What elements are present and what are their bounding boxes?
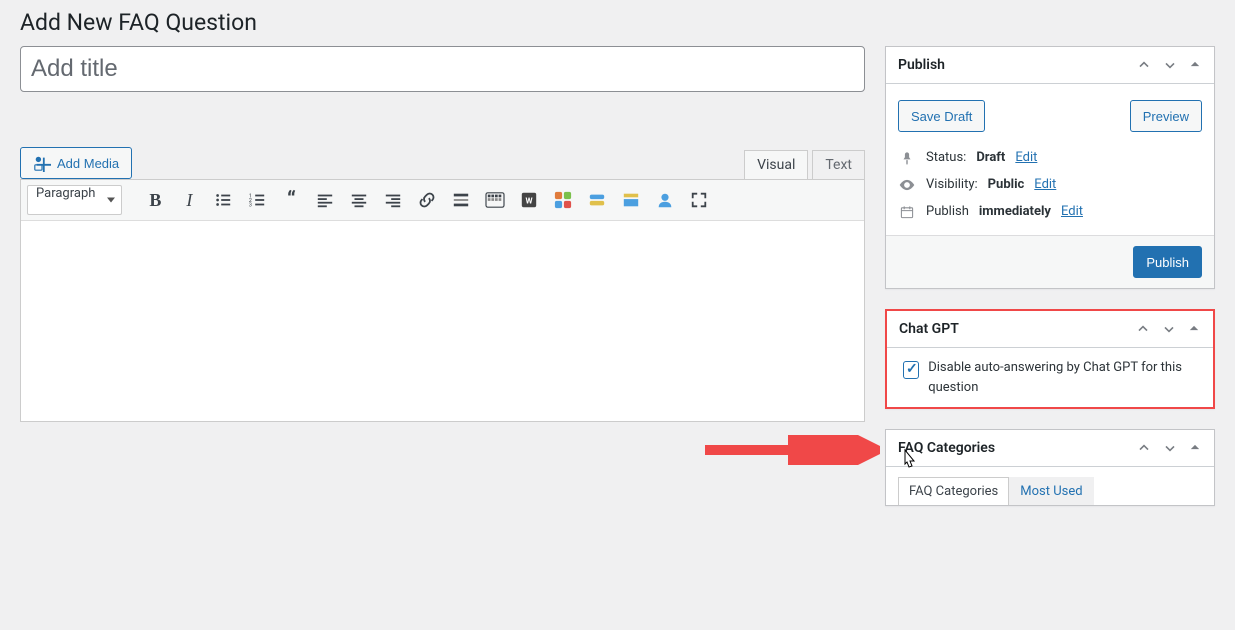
add-media-button[interactable]: Add Media: [20, 147, 132, 179]
move-down-icon[interactable]: [1161, 321, 1177, 337]
chatgpt-metabox-title: Chat GPT: [899, 321, 959, 337]
toggle-panel-icon[interactable]: [1188, 440, 1202, 456]
toggle-panel-icon[interactable]: [1187, 321, 1201, 337]
status-value: Draft: [976, 150, 1005, 165]
publish-metabox-title: Publish: [898, 57, 945, 73]
media-icon: [33, 154, 51, 172]
wp-shortcode-button-4[interactable]: [616, 185, 646, 215]
italic-button[interactable]: I: [174, 185, 204, 215]
editor-content-area[interactable]: [21, 221, 864, 421]
status-label: Status:: [926, 150, 966, 165]
wp-shortcode-button-5[interactable]: [650, 185, 680, 215]
status-edit-link[interactable]: Edit: [1015, 150, 1037, 165]
move-down-icon[interactable]: [1162, 57, 1178, 73]
toolbar-toggle-button[interactable]: [480, 185, 510, 215]
format-select-label: Paragraph: [36, 186, 95, 201]
wysiwyg-editor: Paragraph B I 123 “: [20, 179, 865, 422]
disable-chatgpt-option[interactable]: Disable auto-answering by Chat GPT for t…: [899, 358, 1201, 397]
post-title-input[interactable]: [20, 46, 865, 92]
editor-toolbar: Paragraph B I 123 “: [21, 180, 864, 221]
publish-metabox: Publish Save Draft Preview: [885, 46, 1215, 289]
link-button[interactable]: [412, 185, 442, 215]
editor-mode-tabs: Visual Text: [744, 150, 865, 179]
align-right-button[interactable]: [378, 185, 408, 215]
align-center-button[interactable]: [344, 185, 374, 215]
fullscreen-button[interactable]: [684, 185, 714, 215]
move-up-icon[interactable]: [1136, 57, 1152, 73]
align-left-button[interactable]: [310, 185, 340, 215]
chevron-down-icon: [107, 198, 115, 203]
tab-all-categories[interactable]: FAQ Categories: [898, 477, 1009, 505]
categories-metabox: FAQ Categories FAQ Categories Most Used: [885, 429, 1215, 506]
insert-more-button[interactable]: [446, 185, 476, 215]
disable-chatgpt-label: Disable auto-answering by Chat GPT for t…: [928, 358, 1201, 397]
wp-shortcode-button-2[interactable]: [548, 185, 578, 215]
publish-date-edit-link[interactable]: Edit: [1061, 204, 1083, 219]
page-title: Add New FAQ Question: [20, 0, 1215, 46]
svg-text:3: 3: [249, 202, 252, 208]
categories-metabox-title: FAQ Categories: [898, 440, 995, 456]
blockquote-button[interactable]: “: [276, 185, 306, 215]
eye-icon: [898, 178, 916, 192]
disable-chatgpt-checkbox[interactable]: [903, 361, 919, 379]
pin-icon: [898, 151, 916, 165]
move-up-icon[interactable]: [1135, 321, 1151, 337]
format-select[interactable]: Paragraph: [27, 185, 122, 215]
add-media-label: Add Media: [57, 156, 119, 171]
bullet-list-button[interactable]: [208, 185, 238, 215]
bold-button[interactable]: B: [140, 185, 170, 215]
publish-date-label: Publish: [926, 204, 969, 219]
wp-shortcode-button-3[interactable]: [582, 185, 612, 215]
visibility-value: Public: [988, 177, 1025, 192]
move-down-icon[interactable]: [1162, 440, 1178, 456]
toggle-panel-icon[interactable]: [1188, 57, 1202, 73]
svg-text:W: W: [526, 196, 533, 206]
calendar-icon: [898, 205, 916, 219]
visibility-edit-link[interactable]: Edit: [1034, 177, 1056, 192]
save-draft-button[interactable]: Save Draft: [898, 100, 985, 132]
chatgpt-metabox: Chat GPT Disable auto-answering by Chat …: [885, 309, 1215, 409]
move-up-icon[interactable]: [1136, 440, 1152, 456]
visibility-label: Visibility:: [926, 177, 978, 192]
publish-date-value: immediately: [979, 204, 1051, 219]
wp-shortcode-button-1[interactable]: W: [514, 185, 544, 215]
tab-visual[interactable]: Visual: [744, 150, 808, 179]
preview-button[interactable]: Preview: [1130, 100, 1202, 132]
tab-most-used[interactable]: Most Used: [1009, 477, 1093, 505]
numbered-list-button[interactable]: 123: [242, 185, 272, 215]
tab-text[interactable]: Text: [812, 150, 865, 179]
publish-button[interactable]: Publish: [1133, 246, 1202, 278]
